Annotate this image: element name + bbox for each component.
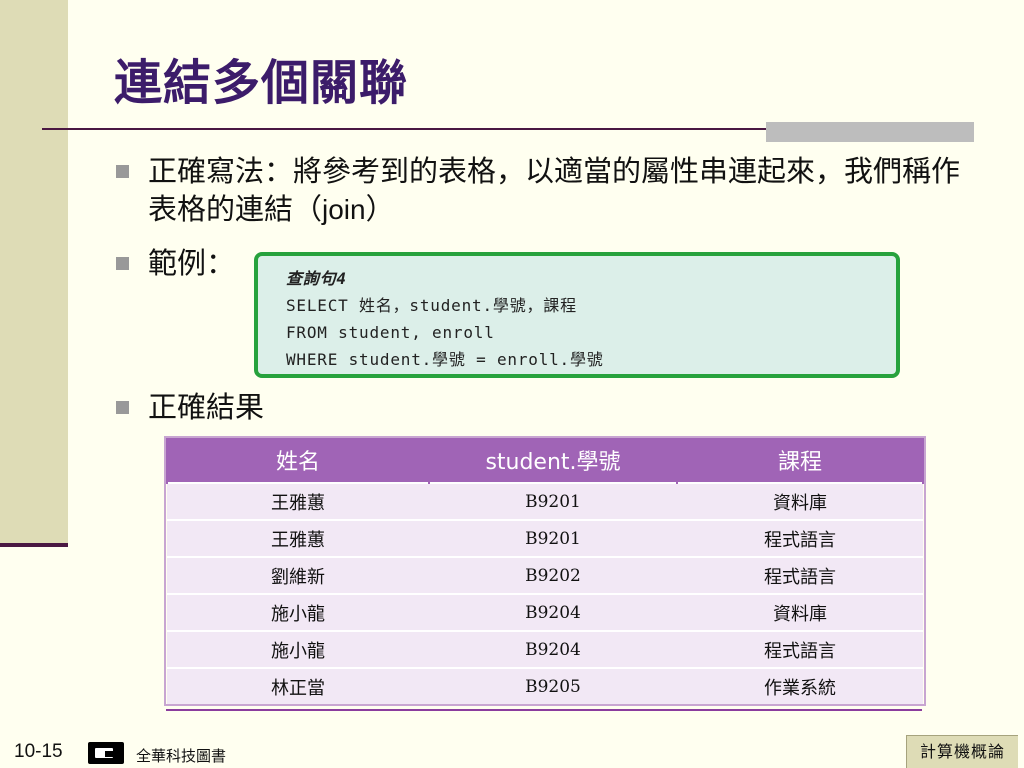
table-row: 劉維新 B9202 程式語言 bbox=[167, 556, 923, 594]
bullet-correct-result-text: 正確結果 bbox=[148, 390, 265, 424]
table-row: 施小龍 B9204 資料庫 bbox=[167, 593, 923, 631]
square-bullet-icon bbox=[116, 165, 129, 178]
publisher-name: 全華科技圖書 bbox=[136, 747, 227, 765]
table-header-name: 姓名 bbox=[166, 438, 430, 483]
table-cell-course: 程式語言 bbox=[677, 556, 923, 594]
table-cell-student-id: B9204 bbox=[429, 630, 677, 668]
query-select-line: SELECT 姓名，student.學號，課程 bbox=[286, 296, 577, 315]
table-header-course: 課程 bbox=[676, 438, 924, 483]
course-label: 計算機概論 bbox=[906, 735, 1018, 768]
page-number: 10-15 bbox=[14, 741, 63, 762]
table-cell-student-id: B9201 bbox=[429, 519, 677, 557]
title-accent-bar bbox=[766, 122, 974, 142]
table-cell-course: 資料庫 bbox=[677, 482, 923, 520]
table-cell-student-id: B9201 bbox=[429, 482, 677, 520]
table-cell-course: 程式語言 bbox=[677, 630, 923, 668]
left-decorative-rule bbox=[0, 543, 68, 547]
left-decorative-band bbox=[0, 0, 68, 546]
presentation-slide: 連結多個關聯 正確寫法：將參考到的表格，以適當的屬性串連起來，我們稱作表格的連結… bbox=[0, 0, 1024, 768]
bullet-correct-method: 正確寫法：將參考到的表格，以適當的屬性串連起來，我們稱作表格的連結（join） bbox=[116, 152, 968, 229]
table-cell-student-id: B9202 bbox=[429, 556, 677, 594]
bullet-correct-method-suffix: ） bbox=[365, 192, 395, 226]
table-row: 施小龍 B9204 程式語言 bbox=[167, 630, 923, 668]
bullet-correct-result: 正確結果 bbox=[116, 388, 968, 426]
table-cell-name: 劉維新 bbox=[167, 556, 429, 594]
table-cell-name: 施小龍 bbox=[167, 630, 429, 668]
slide-title: 連結多個關聯 bbox=[114, 55, 409, 111]
query-result-table: 姓名 student.學號 課程 王雅蕙 B9201 資料庫 王雅蕙 B9201… bbox=[166, 438, 924, 704]
table-bottom-rule bbox=[166, 709, 922, 711]
table-cell-course: 資料庫 bbox=[677, 593, 923, 631]
query-from-line: FROM student, enroll bbox=[286, 323, 495, 342]
join-keyword: join bbox=[322, 194, 366, 225]
table-header-student-id: student.學號 bbox=[428, 438, 678, 483]
table-header-row: 姓名 student.學號 課程 bbox=[166, 438, 924, 483]
publisher-logo-icon bbox=[88, 742, 124, 764]
square-bullet-icon bbox=[116, 401, 129, 414]
table-row: 王雅蕙 B9201 程式語言 bbox=[167, 519, 923, 557]
table-row: 林正當 B9205 作業系統 bbox=[167, 667, 923, 704]
table-cell-name: 王雅蕙 bbox=[167, 519, 429, 557]
bullet-correct-method-prefix: 正確寫法：將參考到的表格，以適當的屬性串連起來，我們稱作表格的連結（ bbox=[148, 154, 961, 226]
table-cell-course: 程式語言 bbox=[677, 519, 923, 557]
table-cell-student-id: B9204 bbox=[429, 593, 677, 631]
table-row: 王雅蕙 B9201 資料庫 bbox=[167, 482, 923, 520]
bullet-correct-method-text: 正確寫法：將參考到的表格，以適當的屬性串連起來，我們稱作表格的連結（join） bbox=[148, 152, 968, 229]
query-code-box: 查詢句4 SELECT 姓名，student.學號，課程 FROM studen… bbox=[254, 252, 900, 378]
table-cell-student-id: B9205 bbox=[429, 667, 677, 704]
table-cell-name: 王雅蕙 bbox=[167, 482, 429, 520]
query-where-line: WHERE student.學號 = enroll.學號 bbox=[286, 350, 604, 369]
query-heading: 查詢句4 bbox=[286, 269, 347, 288]
table-cell-name: 施小龍 bbox=[167, 593, 429, 631]
table-cell-name: 林正當 bbox=[167, 667, 429, 704]
table-cell-course: 作業系統 bbox=[677, 667, 923, 704]
square-bullet-icon bbox=[116, 257, 129, 270]
